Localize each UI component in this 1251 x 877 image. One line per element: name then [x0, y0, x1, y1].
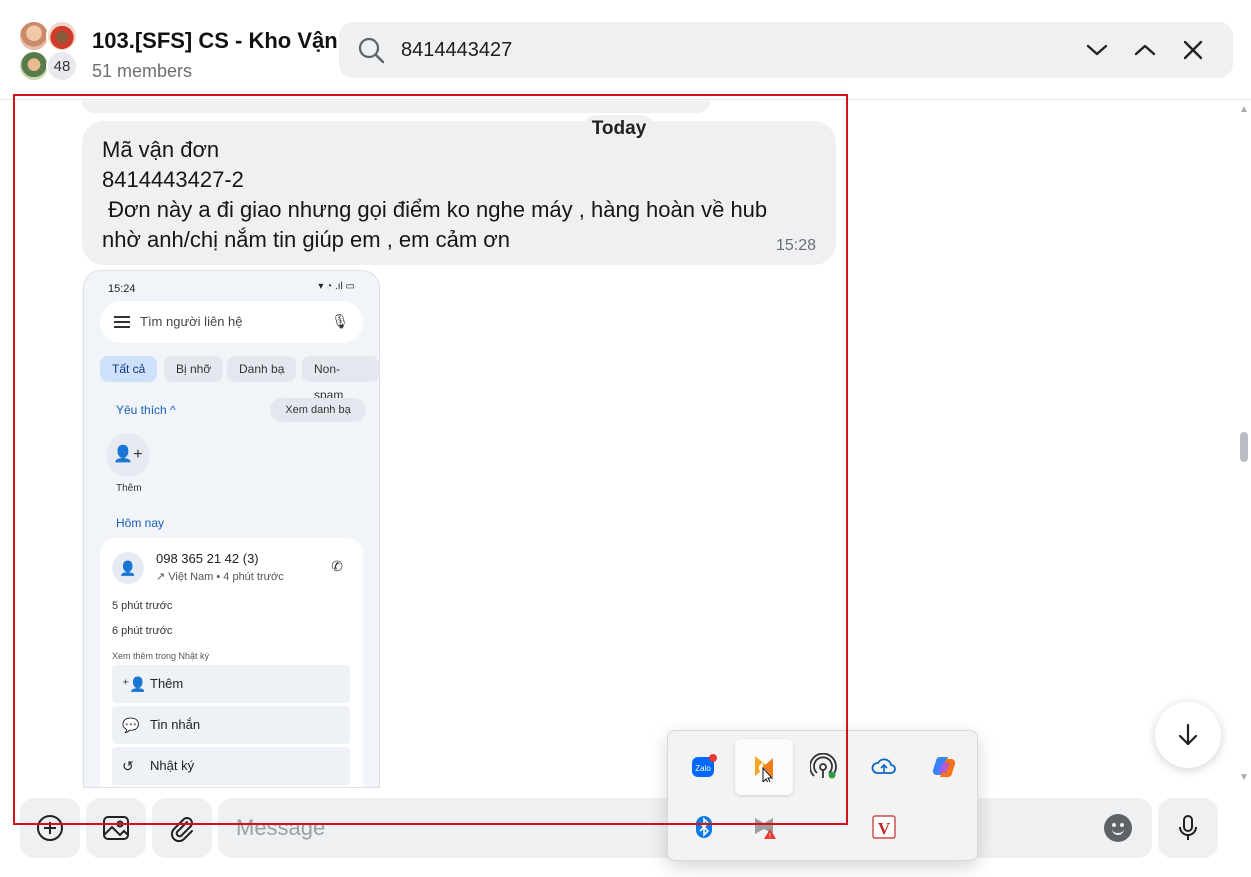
- onedrive-icon[interactable]: [864, 747, 904, 787]
- message-line: nhờ anh/chị nắm tin giúp em , em cảm ơn: [102, 227, 510, 252]
- message-bubble[interactable]: Mã vận đơn 8414443427-2 Đơn này a đi gia…: [82, 121, 836, 265]
- system-tray-overflow: Zalo ! V: [667, 730, 978, 861]
- chip-nonspam: Non-spam: [302, 356, 379, 402]
- see-more-log: Xem thêm trong Nhật ký: [112, 651, 210, 661]
- chip-missed: Bị nhỡ: [164, 356, 224, 382]
- call-time: 6 phút trước: [112, 625, 173, 637]
- person-icon: 👤: [112, 552, 144, 584]
- vietkey-icon[interactable]: V: [864, 807, 904, 847]
- call-details: ↗ Việt Nam • 4 phút trước: [156, 571, 284, 583]
- app-icon[interactable]: [735, 739, 793, 795]
- svg-text:Zalo: Zalo: [695, 764, 711, 773]
- chip-all: Tất cả: [100, 356, 158, 382]
- svg-text:V: V: [878, 819, 891, 838]
- action-label: Tin nhắn: [150, 717, 201, 732]
- message-search-bar: [339, 22, 1233, 78]
- history-icon: ↺: [122, 758, 134, 774]
- close-icon[interactable]: [1179, 36, 1207, 64]
- more-members-count: 48: [46, 50, 78, 82]
- image-icon: [103, 816, 129, 840]
- group-avatar[interactable]: 48: [18, 20, 82, 82]
- member-count[interactable]: 51 members: [92, 61, 192, 82]
- chevron-down-icon[interactable]: [1083, 36, 1111, 64]
- bluetooth-icon[interactable]: [684, 807, 724, 847]
- phone-icon: ✆: [331, 558, 343, 574]
- action-message: 💬 Tin nhắn: [112, 706, 350, 744]
- scroll-down-arrow[interactable]: ▼: [1239, 772, 1249, 783]
- scrollbar-thumb[interactable]: [1240, 432, 1248, 462]
- add-contact-label: Thêm: [116, 483, 142, 494]
- svg-text:!: !: [769, 833, 771, 840]
- copilot-icon[interactable]: [924, 747, 964, 787]
- call-number: 098 365 21 42 (3): [156, 551, 259, 566]
- previous-message-bubble: [82, 101, 710, 113]
- message-line: Mã vận đơn: [102, 137, 220, 162]
- contacts-search-bar: Tìm người liên hệ 🎙: [100, 301, 363, 343]
- message-composer: [0, 791, 1251, 877]
- date-separator: Today: [583, 115, 655, 143]
- add-person-icon: ⁺👤: [122, 676, 147, 692]
- image-button[interactable]: [86, 798, 146, 858]
- message-time: 15:28: [775, 237, 816, 254]
- message-line: 8414443427-2: [102, 167, 244, 192]
- emoji-icon[interactable]: [1104, 814, 1132, 842]
- menu-icon: [114, 316, 130, 328]
- chip-contacts: Danh bạ: [227, 356, 297, 382]
- image-attachment[interactable]: 15:24 ▾ ◔ .ıl ▭ Tìm người liên hệ 🎙 Tất …: [83, 270, 380, 788]
- call-time: 5 phút trước: [112, 600, 173, 612]
- zalo-icon[interactable]: Zalo: [684, 747, 724, 787]
- chat-header: 48 103.[SFS] CS - Kho Vận 51 members: [0, 0, 1251, 100]
- action-label: Thêm: [150, 676, 184, 691]
- status-icons: ▾ ◔ .ıl ▭: [318, 281, 355, 292]
- add-contact-icon: 👤+: [106, 433, 150, 477]
- mic-icon: [1179, 815, 1197, 840]
- arrow-down-icon: [1178, 723, 1198, 746]
- group-title[interactable]: 103.[SFS] CS - Kho Vận: [92, 28, 338, 54]
- mcafee-icon[interactable]: !: [744, 807, 784, 847]
- chevron-up-icon[interactable]: [1131, 36, 1159, 64]
- action-log: ↺ Nhật ký: [112, 747, 350, 785]
- member-avatar: [46, 20, 78, 52]
- recent-call-card: 👤 098 365 21 42 (3) ↗ Việt Nam • 4 phút …: [100, 538, 363, 787]
- action-label: Nhật ký: [150, 758, 195, 773]
- scroll-to-bottom-button[interactable]: [1155, 702, 1221, 768]
- message-list[interactable]: Mã vận đơn 8414443427-2 Đơn này a đi gia…: [0, 101, 1251, 791]
- scroll-up-arrow[interactable]: ▲: [1239, 104, 1249, 115]
- add-button[interactable]: [20, 798, 80, 858]
- favorites-label: Yêu thích ^: [116, 403, 176, 417]
- plus-circle-icon: [37, 815, 63, 841]
- chat-icon: 💬: [122, 717, 140, 733]
- attach-button[interactable]: [152, 798, 212, 858]
- action-add: ⁺👤 Thêm: [112, 665, 350, 703]
- mic-icon: 🎙: [331, 313, 349, 329]
- see-contacts-button: Xem danh bạ: [270, 398, 366, 422]
- message-line: Đơn này a đi giao nhưng gọi điểm ko nghe…: [102, 197, 768, 222]
- status-time: 15:24: [108, 283, 136, 295]
- today-label: Hôm nay: [116, 516, 165, 530]
- contacts-search-placeholder: Tìm người liên hệ: [140, 314, 243, 329]
- hotspot-icon[interactable]: [804, 747, 844, 787]
- paperclip-icon: [170, 817, 193, 843]
- voice-button[interactable]: [1158, 798, 1218, 858]
- search-icon: [357, 36, 385, 64]
- search-input[interactable]: [401, 32, 1001, 68]
